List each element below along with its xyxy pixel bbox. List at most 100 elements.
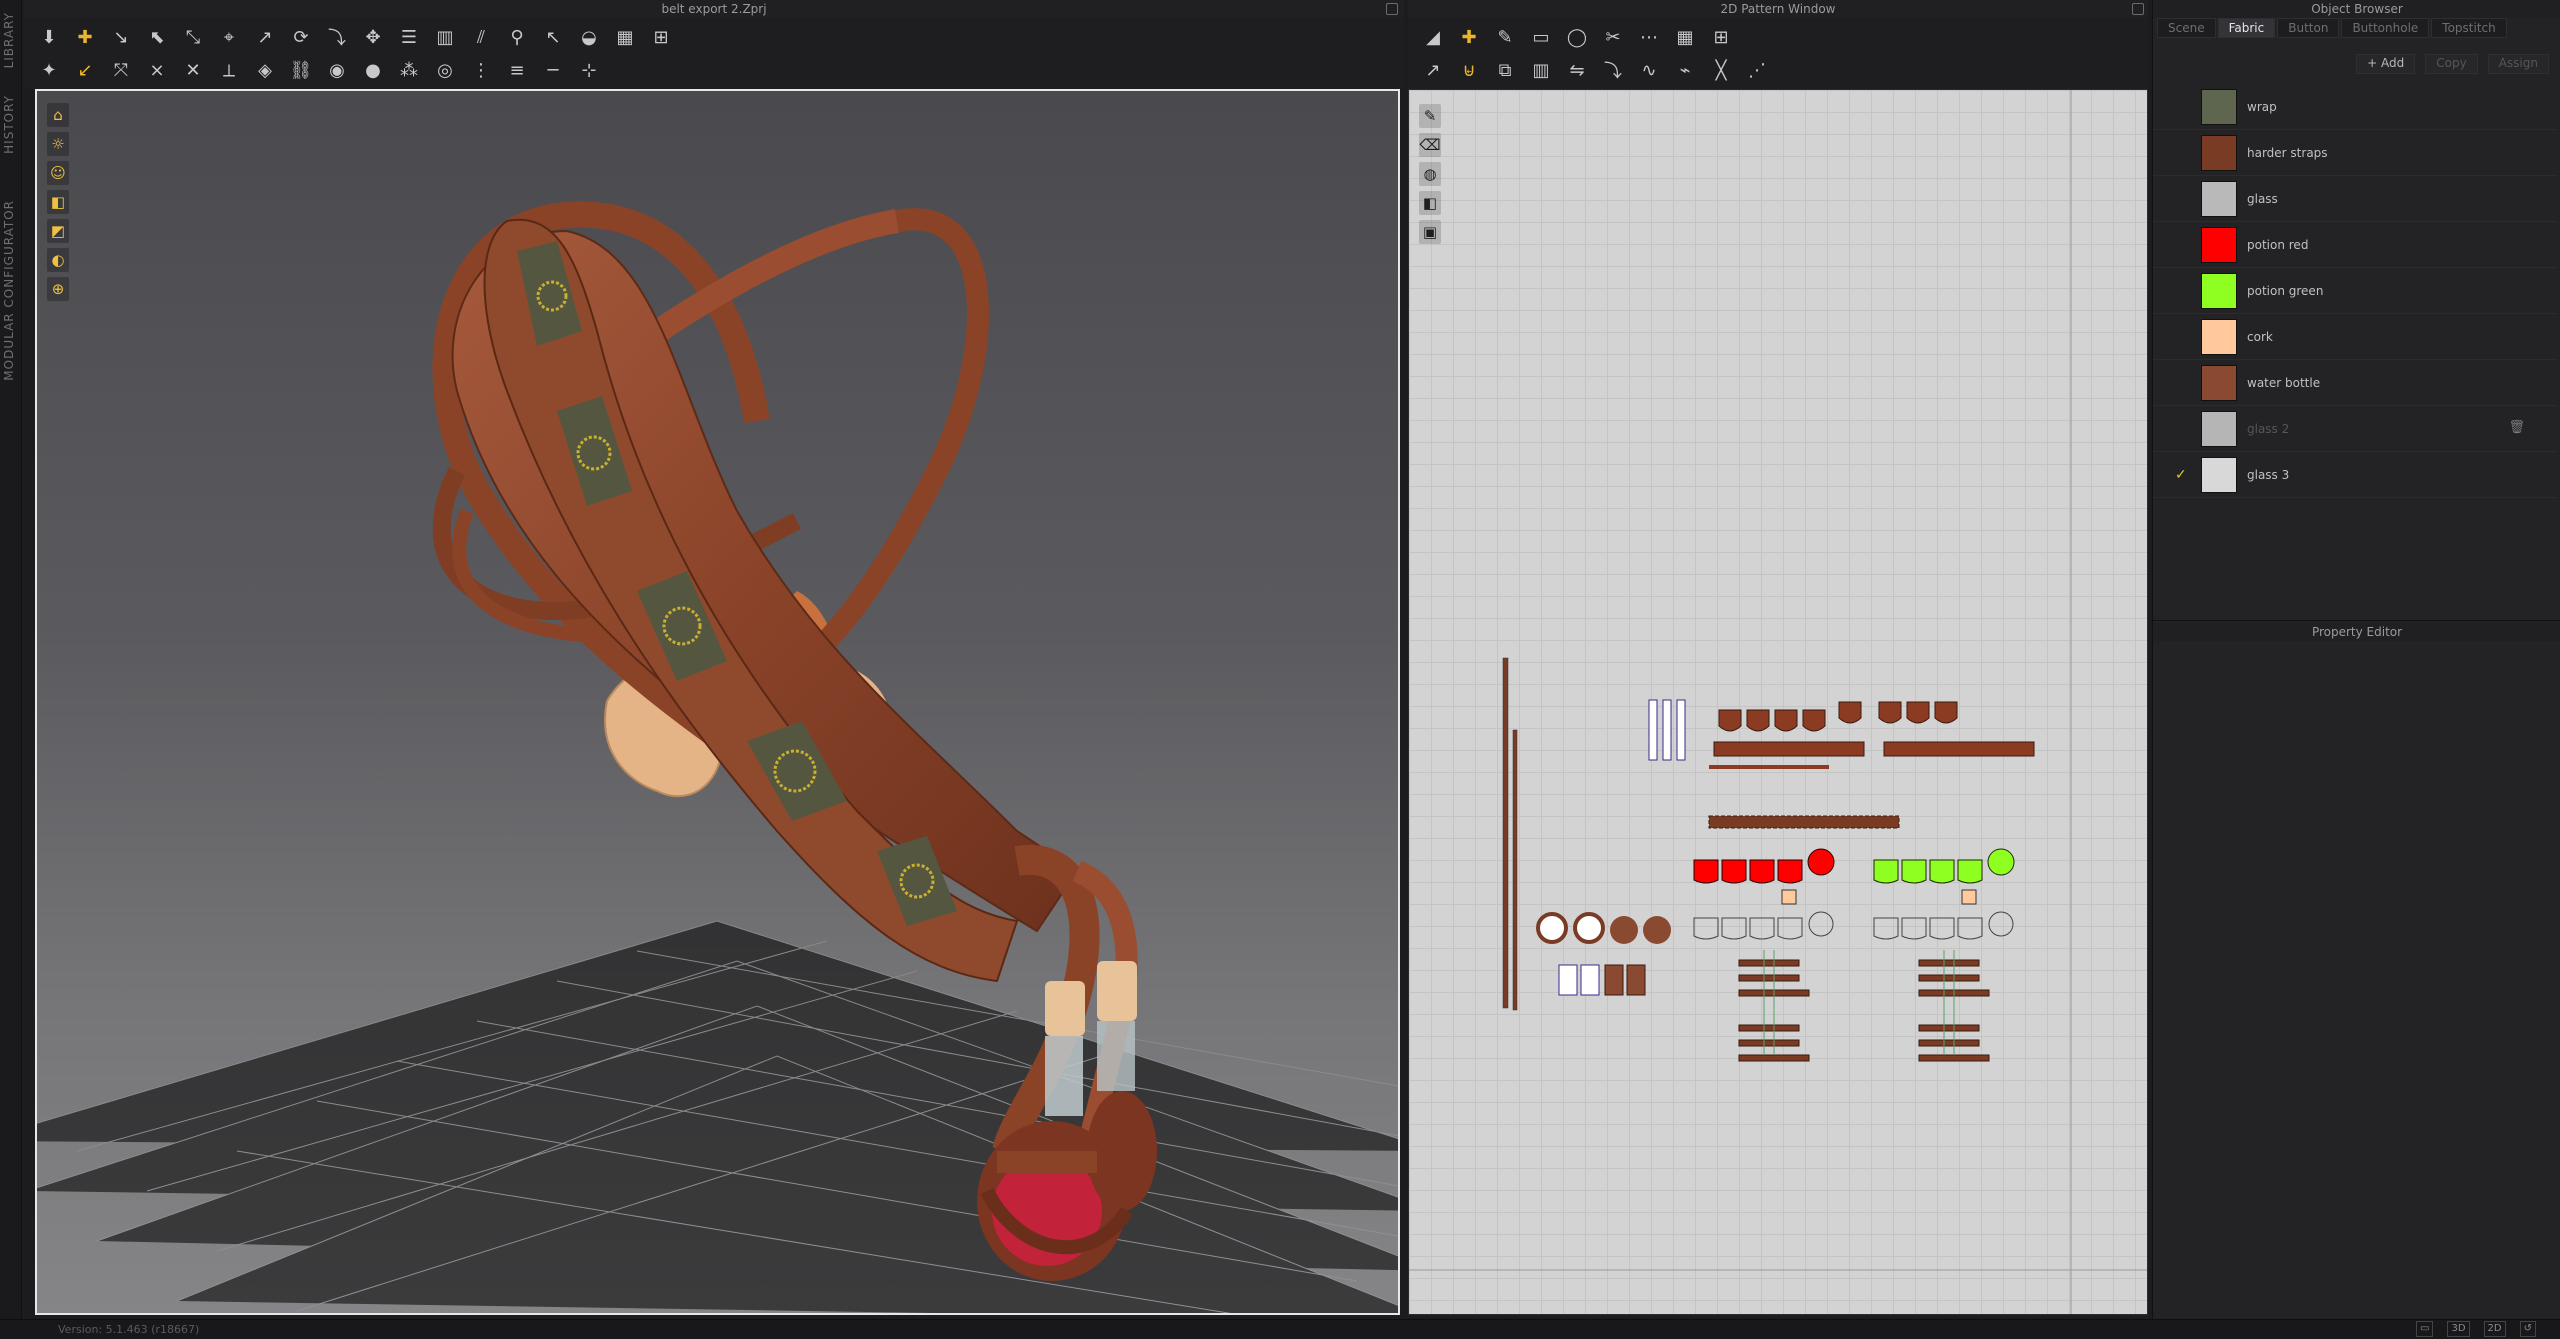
copy-fabric-button[interactable]: Copy xyxy=(2425,54,2478,74)
trash-icon[interactable]: 🗑 xyxy=(2508,420,2525,435)
move-down-icon[interactable]: ⬇ xyxy=(34,22,64,52)
avatar-icon[interactable]: ☺ xyxy=(47,161,69,185)
cup-icon[interactable]: ◒ xyxy=(574,22,604,52)
edit-line-icon[interactable]: ↘ xyxy=(106,22,136,52)
cloth-icon[interactable]: ☰ xyxy=(394,22,424,52)
segment-icon[interactable]: ↗ xyxy=(1418,55,1448,85)
internal-line-icon[interactable]: ⋯ xyxy=(1634,22,1664,52)
tape-icon[interactable]: ≡ xyxy=(502,55,532,85)
grid-small-icon[interactable]: ▦ xyxy=(610,22,640,52)
dot-icon[interactable]: ● xyxy=(358,55,388,85)
tack-icon[interactable]: ⨯ xyxy=(142,55,172,85)
tab-history[interactable]: HISTORY xyxy=(2,95,20,154)
split-icon[interactable]: ⫽ xyxy=(466,22,496,52)
fabric-swatch[interactable] xyxy=(2201,410,2237,447)
select-icon[interactable]: ⬉ xyxy=(142,22,172,52)
sew-icon[interactable]: ∿ xyxy=(1634,55,1664,85)
gizmo-icon[interactable]: ✥ xyxy=(358,22,388,52)
figure-icon[interactable]: ✦ xyxy=(34,55,64,85)
grid-small-icon[interactable]: ▦ xyxy=(1670,22,1700,52)
fabric-item[interactable]: wrap xyxy=(2153,84,2557,130)
fabric-swatch[interactable] xyxy=(2201,456,2237,493)
rivet-icon[interactable]: ◈ xyxy=(250,55,280,85)
needle-icon[interactable]: ↖ xyxy=(538,22,568,52)
tab-modular-configurator[interactable]: MODULAR CONFIGURATOR xyxy=(2,200,20,381)
arrange-icon[interactable]: ▥ xyxy=(430,22,460,52)
measure-icon[interactable]: ⟂ xyxy=(214,55,244,85)
chain-icon[interactable]: ⛓ xyxy=(286,55,316,85)
add-fabric-button[interactable]: + Add xyxy=(2356,54,2416,74)
fabric-swatch[interactable] xyxy=(2201,226,2237,263)
ring-icon[interactable]: ◎ xyxy=(430,55,460,85)
tab-fabric[interactable]: Fabric xyxy=(2217,18,2276,38)
button-icon[interactable]: ◉ xyxy=(322,55,352,85)
cut-icon[interactable]: ✂ xyxy=(1598,22,1628,52)
fabric-item[interactable]: potion green xyxy=(2153,268,2557,314)
assign-fabric-button[interactable]: Assign xyxy=(2487,54,2549,74)
unfold-icon[interactable]: ⤧ xyxy=(106,55,136,85)
fabric-item[interactable]: harder straps xyxy=(2153,130,2557,176)
fold-arrow-icon[interactable]: ↙ xyxy=(70,55,100,85)
fabric-item[interactable]: glass xyxy=(2153,176,2557,222)
line-icon[interactable]: ─ xyxy=(538,55,568,85)
mirror-icon[interactable]: ⇋ xyxy=(1562,55,1592,85)
tab-button[interactable]: Button xyxy=(2277,18,2340,38)
fabric-swatch[interactable] xyxy=(2201,364,2237,401)
maximize-3d-icon[interactable] xyxy=(1386,3,1398,15)
pin-icon[interactable]: ⚲ xyxy=(502,22,532,52)
trace-icon[interactable]: ◢ xyxy=(1418,22,1448,52)
stitch-icon[interactable]: ⋰ xyxy=(1742,55,1772,85)
shirt-icon[interactable]: ⌂ xyxy=(47,103,69,127)
fabric-swatch[interactable] xyxy=(2201,180,2237,217)
spool-icon[interactable]: ◍ xyxy=(1419,162,1441,186)
split-line-icon[interactable]: ⊹ xyxy=(574,55,604,85)
fabric-swatch[interactable] xyxy=(2201,88,2237,125)
maximize-2d-icon[interactable] xyxy=(2132,3,2144,15)
zip-icon[interactable]: ⋮ xyxy=(466,55,496,85)
texture-icon[interactable]: ◧ xyxy=(47,190,69,214)
arrange-icon[interactable]: ▥ xyxy=(1526,55,1556,85)
pen-icon[interactable]: ✎ xyxy=(1419,104,1441,128)
seam-icon[interactable]: ╳ xyxy=(1706,55,1736,85)
globe-icon[interactable]: ⊕ xyxy=(47,277,69,301)
fabric-swatch[interactable] xyxy=(2201,134,2237,171)
grid-large-icon[interactable]: ⊞ xyxy=(646,22,676,52)
segment-icon[interactable]: ↗ xyxy=(250,22,280,52)
tab-scene[interactable]: Scene xyxy=(2157,18,2216,38)
view-mode-button[interactable]: 2D xyxy=(2483,1321,2506,1337)
pen-icon[interactable]: ✎ xyxy=(1490,22,1520,52)
ellipse-icon[interactable]: ◯ xyxy=(1562,22,1592,52)
viewport-3d[interactable]: ⌂ ☼ ☺ ◧ ◩ ◐ ⊕ xyxy=(35,89,1400,1315)
tab-buttonhole[interactable]: Buttonhole xyxy=(2341,18,2430,38)
view-mode-button[interactable]: 3D xyxy=(2447,1321,2470,1337)
sewing-icon[interactable]: ⟳ xyxy=(286,22,316,52)
fabric-item[interactable]: glass 2 🗑 xyxy=(2153,406,2557,452)
trim-icon[interactable]: ⌁ xyxy=(1670,55,1700,85)
view-mode-button[interactable]: ▭ xyxy=(2416,1321,2434,1337)
fabric-swatch[interactable] xyxy=(2201,318,2237,355)
merge-icon[interactable]: ⊌ xyxy=(1454,55,1484,85)
tack-x-icon[interactable]: ✕ xyxy=(178,55,208,85)
fold-icon[interactable]: ⤵ xyxy=(322,22,352,52)
rectangle-icon[interactable]: ▭ xyxy=(1526,22,1556,52)
fold-icon[interactable]: ⤵ xyxy=(1598,55,1628,85)
fabric-item[interactable]: potion red xyxy=(2153,222,2557,268)
tab-library[interactable]: LIBRARY xyxy=(2,12,20,68)
pattern-window[interactable]: ✎ ⌫ ◍ ◧ ▣ xyxy=(1408,89,2148,1315)
add-point-icon[interactable]: ✚ xyxy=(1454,22,1484,52)
sun-icon[interactable]: ☼ xyxy=(47,132,69,156)
shade-icon[interactable]: ◩ xyxy=(47,219,69,243)
fabric-swatch[interactable] xyxy=(2201,272,2237,309)
view-mode-button[interactable]: ↺ xyxy=(2519,1321,2536,1337)
fabric-item[interactable]: water bottle xyxy=(2153,360,2557,406)
cluster-icon[interactable]: ⁂ xyxy=(394,55,424,85)
tab-topstitch[interactable]: Topstitch xyxy=(2431,18,2507,38)
add-point-icon[interactable]: ✚ xyxy=(70,22,100,52)
fabric-item[interactable]: ✓ glass 3 xyxy=(2153,452,2557,498)
texture-icon[interactable]: ◧ xyxy=(1419,191,1441,215)
skin-icon[interactable]: ◐ xyxy=(47,248,69,272)
stamp-icon[interactable]: ▣ xyxy=(1419,220,1441,244)
grid-large-icon[interactable]: ⊞ xyxy=(1706,22,1736,52)
offset-icon[interactable]: ⧉ xyxy=(1490,55,1520,85)
snap-icon[interactable]: ⌖ xyxy=(214,22,244,52)
